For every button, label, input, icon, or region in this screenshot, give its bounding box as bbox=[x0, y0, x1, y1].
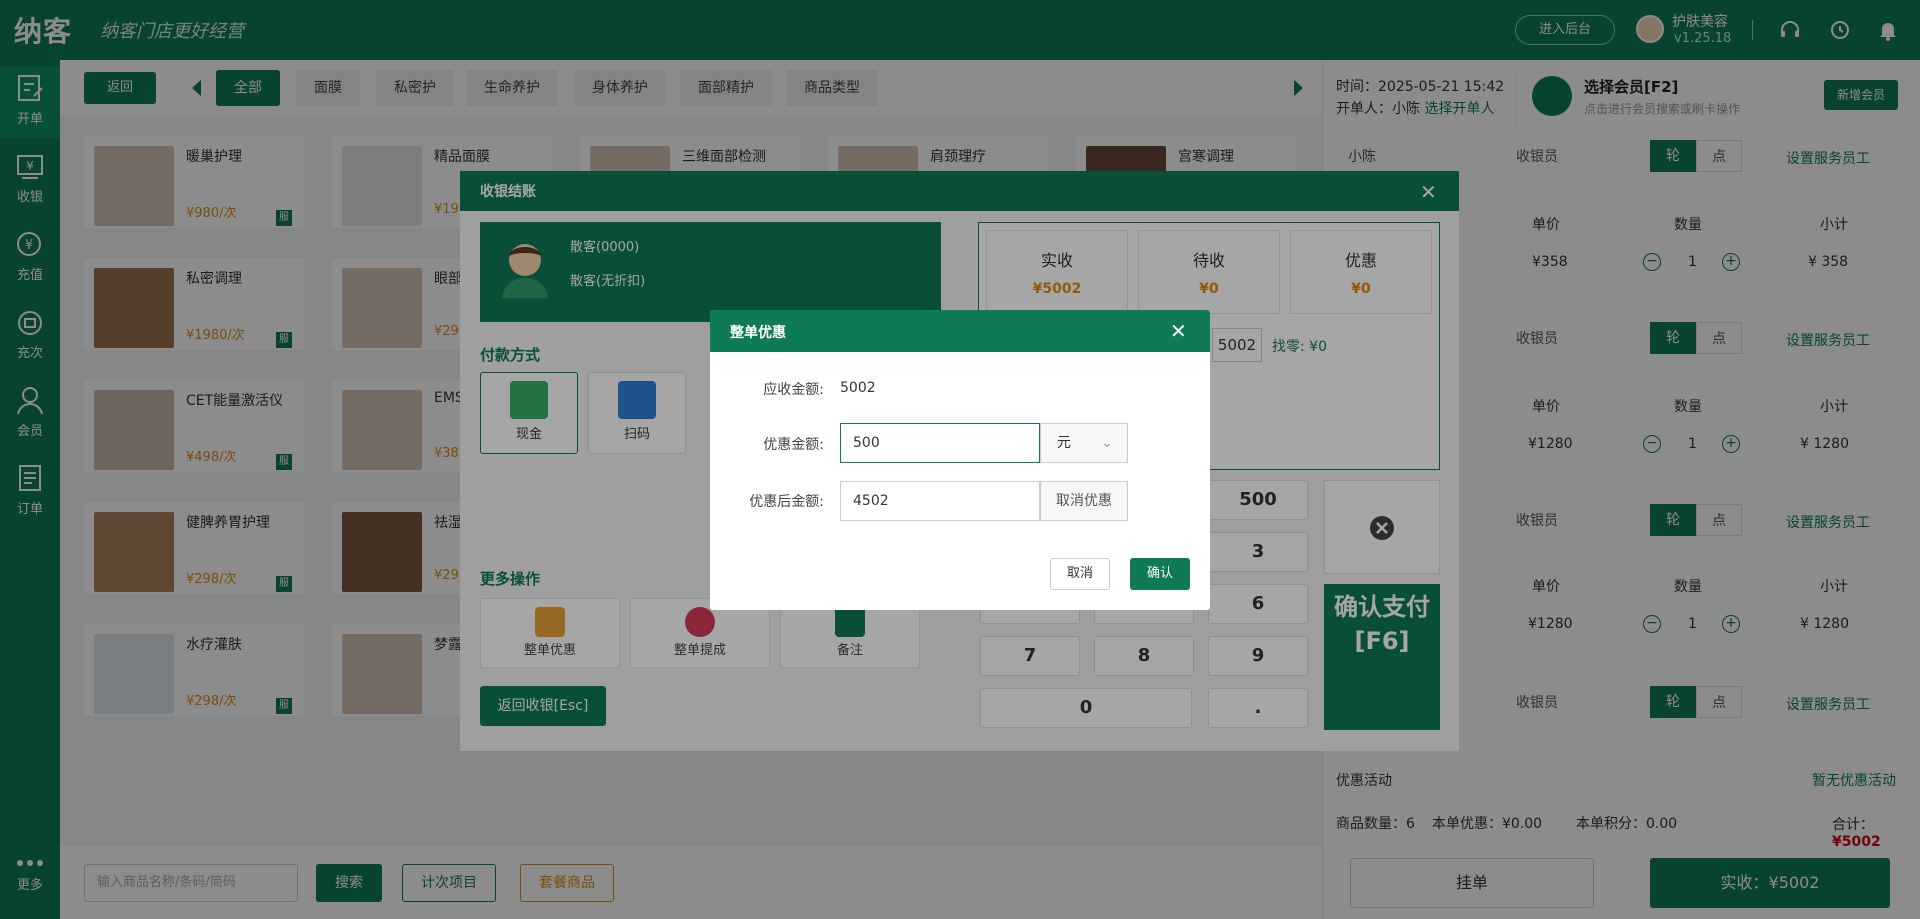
unit-select[interactable]: 元 ⌄ bbox=[1040, 423, 1128, 463]
discount-dialog-title: 整单优惠 bbox=[730, 325, 786, 341]
cancel-discount-button[interactable]: 取消优惠 bbox=[1040, 481, 1128, 521]
confirm-button[interactable]: 确认 bbox=[1130, 558, 1190, 590]
after-discount-input[interactable]: 4502 bbox=[840, 481, 1040, 521]
receivable-value: 5002 bbox=[840, 380, 876, 396]
discount-amount-label: 优惠金额: bbox=[763, 437, 824, 453]
chevron-down-icon: ⌄ bbox=[1101, 435, 1113, 451]
close-icon[interactable]: ✕ bbox=[1170, 319, 1187, 343]
unit-value: 元 bbox=[1057, 435, 1071, 451]
receivable-label: 应收金额: bbox=[763, 382, 824, 398]
after-discount-label: 优惠后金额: bbox=[749, 494, 824, 510]
discount-amount-input[interactable]: 500 bbox=[840, 423, 1040, 463]
cancel-button[interactable]: 取消 bbox=[1050, 558, 1110, 590]
